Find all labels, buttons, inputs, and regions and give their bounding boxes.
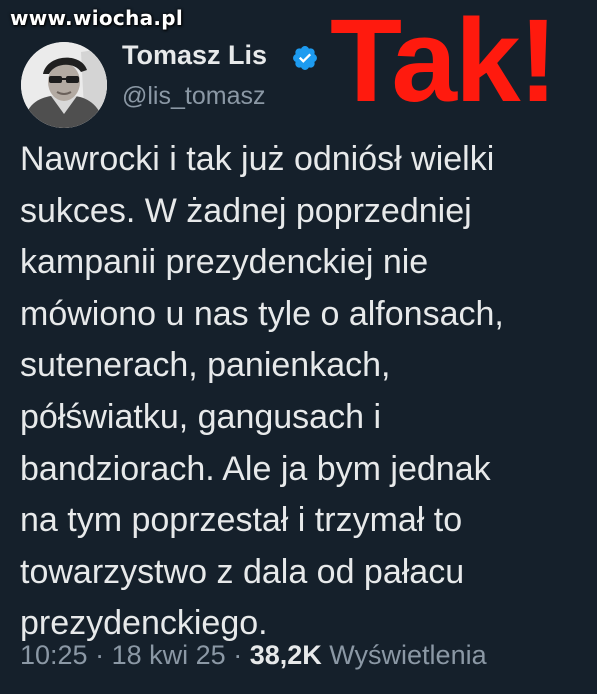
tweet-text: Nawrocki i tak już odniósł wielki sukces…	[20, 134, 590, 650]
avatar[interactable]	[21, 42, 107, 128]
display-name[interactable]: Tomasz Lis	[122, 40, 267, 71]
tweet-time[interactable]: 10:25	[20, 640, 88, 670]
avatar-photo	[21, 42, 107, 128]
meta-separator: ·	[233, 640, 243, 670]
watermark: www.wiocha.pl	[10, 6, 184, 30]
tweet-line: bandziorach. Ale ja bym jednak	[20, 449, 491, 488]
tweet-line: Nawrocki i tak już odniósł wielki	[20, 140, 495, 178]
tweet-line: towarzystwo z dala od pałacu	[20, 552, 465, 591]
tweet-line: na tym poprzestał i trzymał to	[20, 501, 463, 540]
views-count: 38,2K	[249, 640, 322, 670]
views-label: Wyświetlenia	[329, 640, 487, 670]
tweet-meta: 10:25 · 18 kwi 25 · 38,2K Wyświetlenia	[20, 640, 487, 671]
verified-badge-icon	[293, 46, 317, 70]
tweet-line: sutenerach, panienkach,	[20, 346, 391, 385]
meta-separator: ·	[95, 640, 105, 670]
tweet-line: mówiono u nas tyle o alfonsach,	[20, 294, 504, 333]
tweet-line: półświatku, gangusach i	[20, 397, 382, 436]
tweet-line: sukces. W żadnej poprzedniej	[20, 191, 472, 230]
stamp-text: Tak!	[330, 0, 558, 127]
user-handle[interactable]: @lis_tomasz	[122, 82, 265, 111]
tweet-date[interactable]: 18 kwi 25	[112, 640, 226, 670]
tweet-line: kampanii prezydenckiej nie	[20, 243, 429, 282]
